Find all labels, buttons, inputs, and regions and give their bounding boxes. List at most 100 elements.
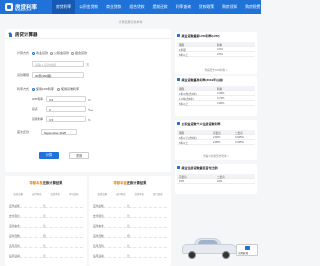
radio-combined[interactable] <box>71 51 74 55</box>
table-row: 15% 15% <box>177 179 255 184</box>
stat-item: 还款总额 <box>93 188 112 198</box>
table-row: 5年以上 2.85% 3.325% <box>177 140 255 145</box>
results-title: 等额本息还款计算结果 <box>5 180 87 185</box>
result-key: 支付利息 <box>9 214 20 218</box>
result-unit: 月 <box>127 234 130 238</box>
car-ad-badge[interactable]: 东风轩逸 <box>236 244 258 256</box>
result-row: 贷款月数 月 <box>9 232 83 238</box>
result-unit: 元 <box>43 224 46 228</box>
table-cell: 2.85% <box>213 141 221 145</box>
nav-item-fund-loan[interactable]: 公积金贷款 <box>75 0 102 14</box>
base-rate-title: 商业贷款基准利率(2019年以前) <box>181 77 224 82</box>
house-icon <box>8 31 13 37</box>
stat-label: 支付利息 <box>31 193 42 196</box>
loan-amount-input[interactable]: 请输入贷款金额 <box>32 61 84 67</box>
basis-value: 0 <box>49 108 51 113</box>
result-row: 贷款月数 月 <box>93 232 167 238</box>
first-pay-row: 首次还款 <box>5 129 171 135</box>
table-cell: 15% <box>179 180 185 184</box>
wheel-icon <box>188 251 196 259</box>
result-row: 首月月供 元 <box>93 242 167 248</box>
nav-item-commercial-loan[interactable]: 商业贷款 <box>102 0 125 14</box>
result-row: 每月递减 元 <box>9 252 83 258</box>
disclaimer-text: 计算结果仅供参考 <box>118 20 143 24</box>
results-title-rest: 还款计算结果 <box>126 181 147 185</box>
radio-base-rate-label[interactable]: 使用基准利率 <box>61 87 79 91</box>
fund-history-link[interactable]: 查看公积金历史利率 > <box>175 154 257 158</box>
stat-item: 支付利息 <box>28 188 47 198</box>
result-key: 贷款本金 <box>9 224 20 228</box>
car-ad-image[interactable] <box>180 235 240 259</box>
lpr-history-link[interactable]: 查看历史LPR利率 > <box>175 68 257 72</box>
result-unit: 元 <box>43 254 46 258</box>
table-cell: 5年以上 <box>179 103 189 107</box>
result-unit: 元 <box>127 214 130 218</box>
stat-item: 首月还款 <box>149 188 168 198</box>
result-key: 贷款月数 <box>93 234 104 238</box>
nav-item-combined-loan[interactable]: 组合贷款 <box>125 0 148 14</box>
radio-combined-label[interactable]: 组合贷款 <box>75 51 87 55</box>
loan-type-row: 计算方式 商业贷款 公积金贷款 组合贷款 <box>5 50 171 56</box>
reset-button[interactable]: 重置 <box>69 152 89 159</box>
table-cell: 4.75% <box>217 97 225 101</box>
radio-fund-label[interactable]: 公积金贷款 <box>54 51 69 55</box>
fund-rate-table: 期限 首套房 二套房 5年以下(含5年) 2.60% 3.025% 5年以上 2… <box>177 130 255 145</box>
site-logo[interactable]: 房贷利率 fangdailiv.com <box>5 2 45 12</box>
result-key: 每月递减 <box>93 254 104 258</box>
first-pay-date-input[interactable]: September 2025 <box>41 129 77 135</box>
result-row: 每月递减 元 <box>93 252 167 258</box>
result-row: 贷款本金 元 <box>9 222 83 228</box>
fund-rate-header: 公积金贷款个人住房贷款利率 <box>175 120 257 127</box>
radio-lpr[interactable] <box>32 87 35 91</box>
rate-mode-label: 利率方式 <box>17 87 30 91</box>
radio-fund[interactable] <box>50 51 53 55</box>
lpr-label: LPR利率 <box>32 97 44 101</box>
top-nav-bar: 房贷利率 fangdailiv.com 房贷利率 公积金贷款 商业贷款 组合贷款… <box>0 0 261 14</box>
stat-item: 贷款本金 <box>46 188 65 198</box>
lpr-input[interactable]: 3.5 <box>46 96 86 102</box>
nav-item-rate-query[interactable]: 利率查询 <box>172 0 195 14</box>
logo-icon <box>5 3 13 11</box>
base-rate-panel: 商业贷款基准利率(2019年以前) 期限 利率 1年以内(含1年) 4.35% … <box>175 76 257 116</box>
loan-amount-placeholder: 请输入贷款金额 <box>35 63 57 68</box>
fund-rate-panel: 公积金贷款个人住房贷款利率 期限 首套房 二套房 5年以下(含5年) 2.60%… <box>175 120 257 160</box>
nav-item-home[interactable]: 房贷利率 <box>52 0 76 14</box>
basis-input[interactable]: 0 <box>46 106 86 112</box>
term-value: 30年(360期) <box>35 74 52 79</box>
logo-subtitle: fangdailiv.com <box>15 9 32 12</box>
radio-commercial-label[interactable]: 商业贷款 <box>36 51 48 55</box>
radio-commercial[interactable] <box>32 51 35 55</box>
nav-item-guide[interactable]: 购房须知 <box>218 0 241 14</box>
nav-item-tax[interactable]: 购房税费 <box>241 0 264 14</box>
result-key: 支付利息 <box>93 214 104 218</box>
stat-label: 首月还款 <box>152 193 163 196</box>
radio-base-rate[interactable] <box>57 87 60 91</box>
result-key: 还款总额 <box>93 204 104 208</box>
stat-label: 还款总额 <box>97 193 108 196</box>
lpr-rate-panel: 商业贷款最新LPR利率(LPR) 期限 利率 1年期 3.0% 5年以上 3.5… <box>175 32 257 74</box>
term-select[interactable]: 30年(360期) <box>32 72 84 78</box>
amount-unit: 万 <box>86 62 90 67</box>
equal-principal-results: 等额本金还款计算结果 还款总额 支付利息 贷款本金 首月还款 还款总额元 支付利… <box>89 176 171 266</box>
stat-label: 支付利息 <box>115 193 126 196</box>
stat-label: 月均还款 <box>68 193 79 196</box>
nav-item-policy[interactable]: 贷款政策 <box>195 0 218 14</box>
results-title-rest: 还款计算结果 <box>42 181 63 185</box>
radio-lpr-label[interactable]: 使用LPR利率 <box>36 87 54 91</box>
lpr-rate-header: 商业贷款最新LPR利率(LPR) <box>175 32 257 39</box>
stat-item: 支付利息 <box>112 188 131 198</box>
nav-item-prepayment[interactable]: 提前还款 <box>149 0 172 14</box>
rate-input[interactable]: 3.5 <box>46 116 86 122</box>
results-title-highlight: 等额本金 <box>113 181 127 185</box>
calculate-button[interactable]: 计算 <box>39 152 59 159</box>
table-cell: 5年以上 <box>179 142 189 146</box>
calculator-card: 房贷计算器 计算方式 商业贷款 公积金贷款 组合贷款 请输入贷款金额 万 贷款期… <box>5 29 171 172</box>
table-cell: 3.325% <box>235 141 244 145</box>
table-cell: 2.60% <box>213 136 221 140</box>
brand-icon <box>245 246 250 250</box>
result-unit: 元 <box>43 214 46 218</box>
basis-unit: ‱ <box>88 107 94 112</box>
panel-icon <box>177 166 180 169</box>
lpr-unit: % <box>88 97 91 102</box>
table-cell: 4.35% <box>217 92 225 96</box>
